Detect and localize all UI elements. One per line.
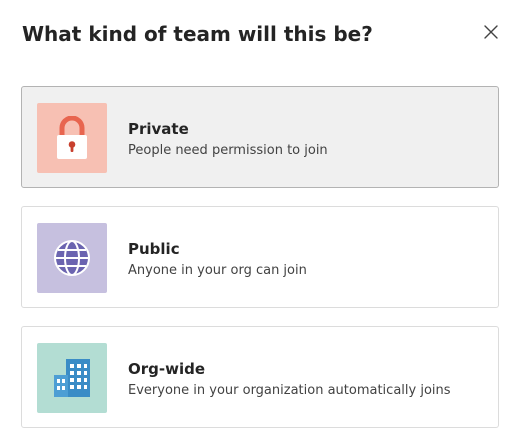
close-button[interactable]: [480, 21, 502, 43]
option-title: Org-wide: [128, 360, 206, 378]
private-icon-tile: [37, 103, 107, 173]
option-public[interactable]: Public Anyone in your org can join: [21, 206, 499, 308]
option-private[interactable]: Private People need permission to join: [21, 86, 499, 188]
team-type-dialog: What kind of team will this be? Private …: [0, 0, 522, 448]
option-description: Everyone in your organization automatica…: [128, 383, 451, 398]
option-public-text: Public Anyone in your org can join: [128, 239, 307, 281]
org-wide-icon-tile: [37, 343, 107, 413]
public-icon-tile: [37, 223, 107, 293]
option-description: People need permission to join: [128, 143, 328, 158]
option-private-text: Private People need permission to join: [128, 119, 328, 161]
dialog-title: What kind of team will this be?: [22, 22, 373, 46]
building-icon: [54, 359, 90, 397]
option-title: Public: [128, 240, 180, 258]
close-icon: [484, 25, 498, 39]
option-title: Private: [128, 120, 189, 138]
option-description: Anyone in your org can join: [128, 263, 307, 278]
lock-icon: [57, 116, 87, 159]
option-org-wide[interactable]: Org-wide Everyone in your organization a…: [21, 326, 499, 428]
globe-icon: [54, 240, 90, 276]
option-org-wide-text: Org-wide Everyone in your organization a…: [128, 359, 451, 401]
